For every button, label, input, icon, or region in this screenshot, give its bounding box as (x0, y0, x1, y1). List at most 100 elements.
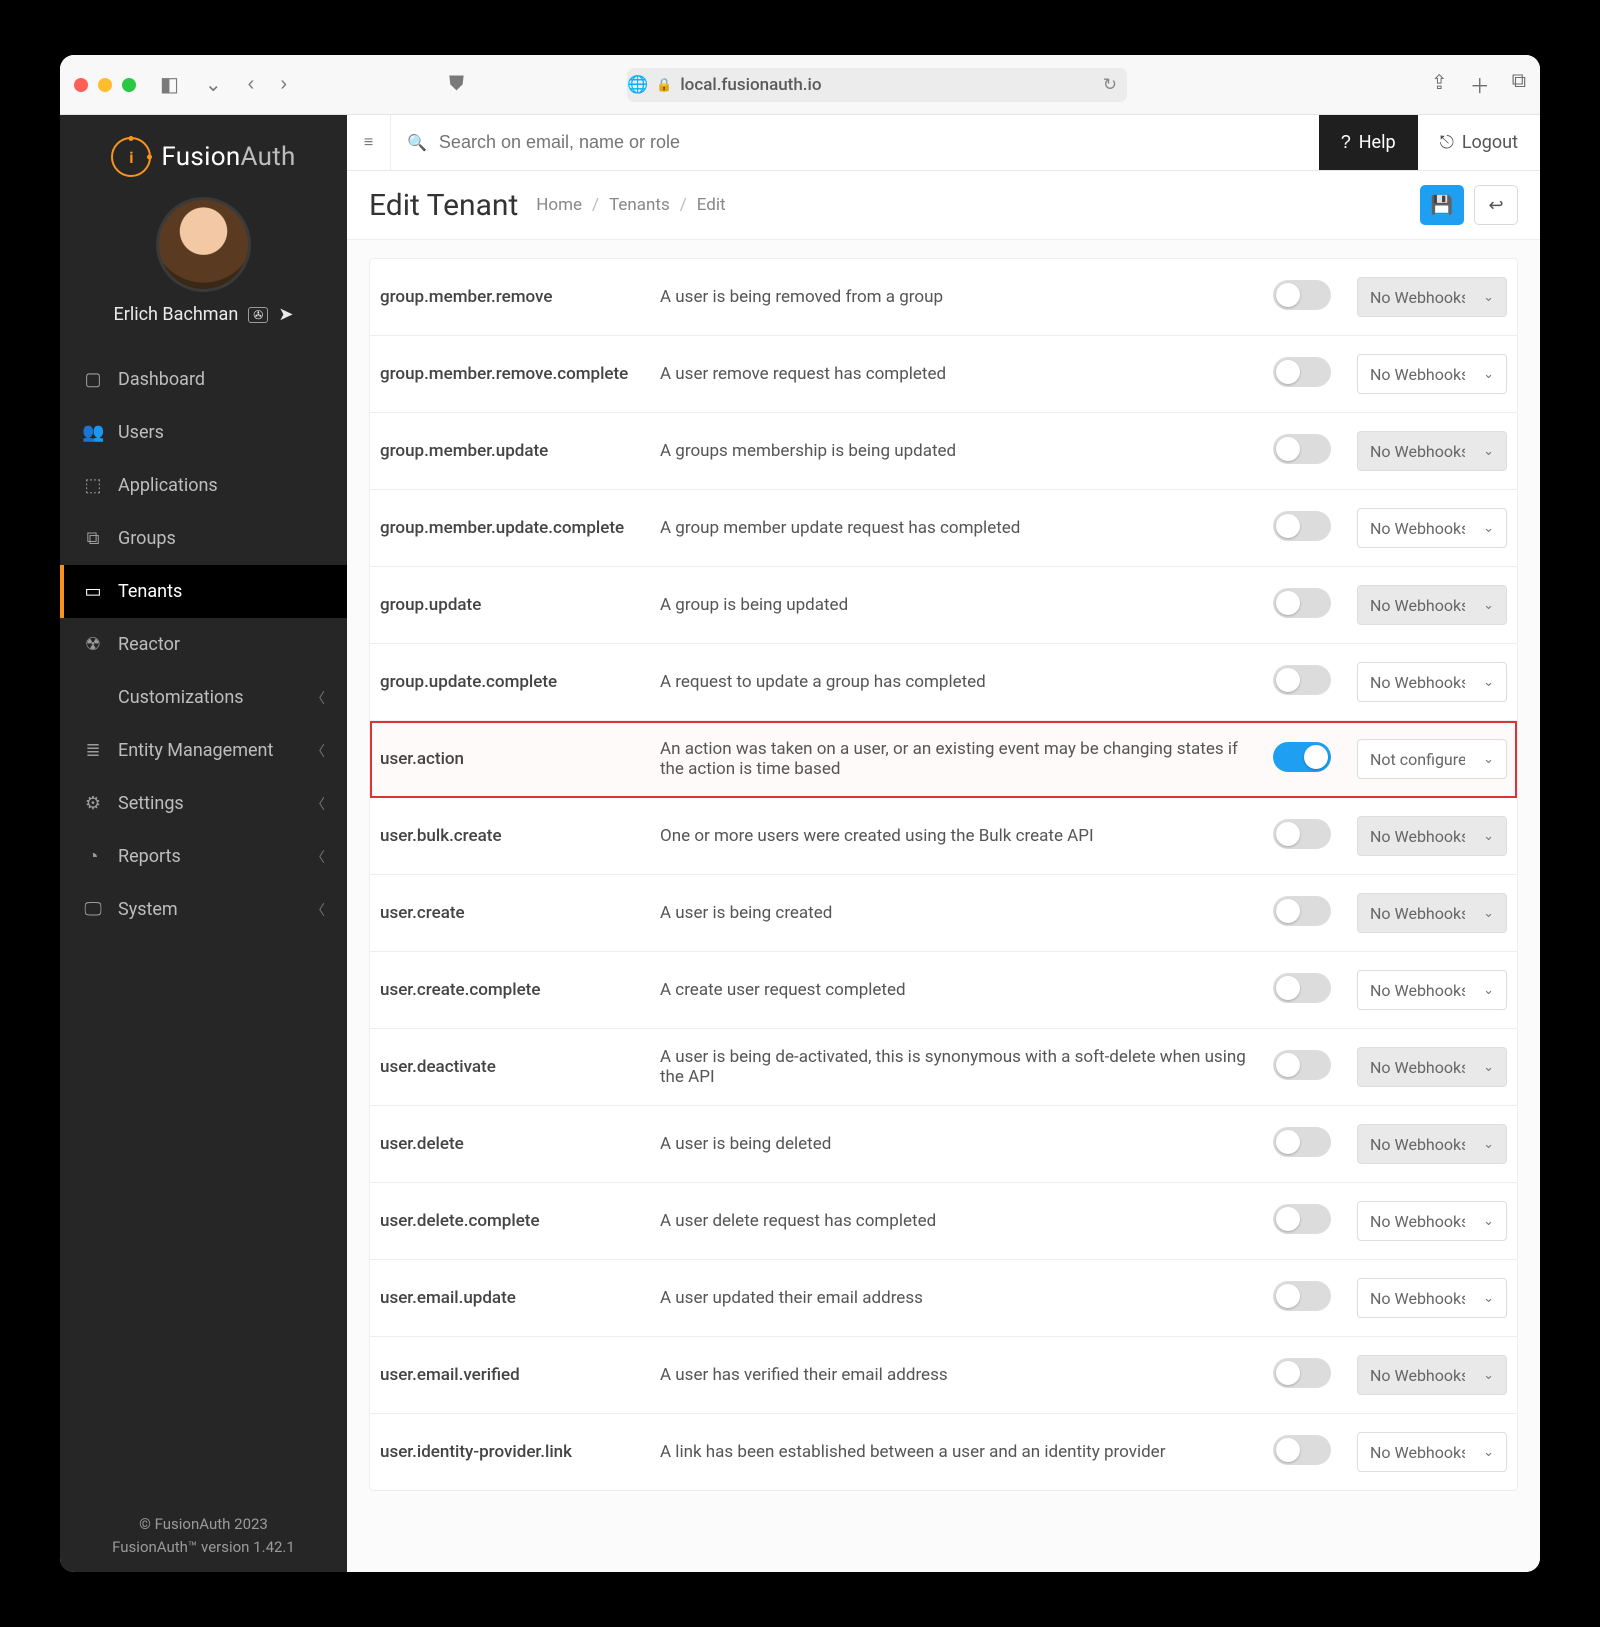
transaction-select[interactable]: No Webhooks ⌄ (1357, 893, 1507, 933)
sidebar-item-label: Customizations (118, 687, 244, 708)
event-description: An action was taken on a user, or an exi… (650, 721, 1257, 798)
event-toggle[interactable] (1273, 1050, 1331, 1080)
transaction-select[interactable]: No Webhooks⌄ (1357, 354, 1507, 394)
vcard-icon[interactable]: ✇ (248, 307, 268, 323)
event-toggle[interactable] (1273, 1204, 1331, 1234)
transaction-select[interactable]: No Webhooks⌄ (1357, 277, 1507, 317)
transaction-select[interactable]: No Webhooks⌄ (1357, 816, 1507, 856)
forward-icon[interactable]: › (274, 73, 293, 96)
sidebar-item-reactor[interactable]: ☢Reactor (60, 618, 347, 671)
shield-icon[interactable]: ⛊ (443, 73, 470, 96)
event-toggle[interactable] (1273, 973, 1331, 1003)
event-description: A groups membership is being updated (650, 413, 1257, 490)
event-toggle[interactable] (1273, 1435, 1331, 1465)
transaction-select[interactable]: No Webhooks⌄ (1357, 1432, 1507, 1472)
transaction-select[interactable]: Not configured⌄ (1357, 739, 1507, 779)
users-icon: 👥 (82, 422, 104, 443)
event-toggle[interactable] (1273, 434, 1331, 464)
event-toggle[interactable] (1273, 588, 1331, 618)
event-toggle[interactable] (1273, 1281, 1331, 1311)
event-toggle[interactable] (1273, 280, 1331, 310)
sidebar-toggle-icon[interactable]: ◧ (154, 72, 185, 97)
sidebar-item-users[interactable]: 👥Users (60, 406, 347, 459)
sidebar-item-settings[interactable]: ⚙Settings〈 (60, 777, 347, 830)
sidebar-item-tenants[interactable]: ▭Tenants (60, 565, 347, 618)
event-toggle[interactable] (1273, 357, 1331, 387)
sidebar-item-system[interactable]: 🖵System〈 (60, 883, 347, 936)
transaction-select[interactable]: No Webhooks⌄ (1357, 970, 1507, 1010)
sidebar-item-customizations[interactable]: Customizations〈 (60, 671, 347, 724)
transaction-select[interactable]: No Webhooks⌄ (1357, 1124, 1507, 1164)
select-value: No Webhooks (1370, 904, 1465, 923)
zoom-window-icon[interactable] (122, 78, 136, 92)
transaction-select[interactable]: No Webhooks⌄ (1357, 1201, 1507, 1241)
event-description: A link has been established between a us… (650, 1414, 1257, 1491)
event-toggle[interactable] (1273, 1127, 1331, 1157)
event-toggle[interactable] (1273, 742, 1331, 772)
select-value: No Webhooks (1370, 1443, 1465, 1462)
table-row: user.email.updateA user updated their em… (370, 1260, 1517, 1337)
collapse-sidebar-icon[interactable]: ≡ (347, 115, 391, 170)
event-toggle[interactable] (1273, 665, 1331, 695)
event-name: user.delete (370, 1106, 650, 1183)
transaction-select[interactable]: No Webhooks⌄ (1357, 431, 1507, 471)
sidebar-nav: ▢Dashboard👥Users⬚Applications⧉Groups▭Ten… (60, 353, 347, 936)
save-button[interactable]: 💾 (1420, 185, 1464, 225)
sidebar-item-groups[interactable]: ⧉Groups (60, 512, 347, 565)
transaction-select[interactable]: No Webhooks⌄ (1357, 1355, 1507, 1395)
close-window-icon[interactable] (74, 78, 88, 92)
transaction-select[interactable]: No Webhooks⌄ (1357, 508, 1507, 548)
event-toggle[interactable] (1273, 896, 1331, 926)
search-input[interactable] (439, 132, 1303, 153)
sidebar-footer: © FusionAuth 2023 FusionAuth™ version 1.… (60, 1499, 347, 1572)
event-description: A group is being updated (650, 567, 1257, 644)
transaction-select[interactable]: No Webhooks⌄ (1357, 1278, 1507, 1318)
address-bar[interactable]: 🌐 🔒 local.fusionauth.io ↻ (627, 68, 1127, 102)
event-toggle[interactable] (1273, 1358, 1331, 1388)
location-icon[interactable]: ➤ (278, 304, 293, 325)
crumb-tenants[interactable]: Tenants (609, 195, 670, 215)
event-description: A user is being removed from a group (650, 259, 1257, 336)
site-settings-icon[interactable]: 🌐 (627, 75, 648, 95)
event-toggle[interactable] (1273, 819, 1331, 849)
system-icon: 🖵 (82, 899, 104, 920)
chevron-down-icon[interactable]: ⌄ (199, 72, 228, 97)
crumb-home[interactable]: Home (536, 195, 582, 215)
applications-icon: ⬚ (82, 475, 104, 496)
sidebar-item-dashboard[interactable]: ▢Dashboard (60, 353, 347, 406)
select-value: No Webhooks (1370, 596, 1465, 615)
logout-button[interactable]: ⎋ Logout (1418, 132, 1540, 153)
user-name: Erlich Bachman (114, 304, 239, 325)
sidebar-item-label: Tenants (118, 581, 182, 602)
sidebar-item-reports[interactable]: ◔Reports〈 (60, 830, 347, 883)
transaction-select[interactable]: No Webhooks⌄ (1357, 662, 1507, 702)
avatar[interactable] (156, 197, 251, 292)
table-row: user.actionAn action was taken on a user… (370, 721, 1517, 798)
select-value: No Webhooks (1370, 1289, 1465, 1308)
sidebar-item-entity-management[interactable]: ≣Entity Management〈 (60, 724, 347, 777)
transaction-select[interactable]: No Webhooks⌄ (1357, 1047, 1507, 1087)
webhook-events-table: group.member.removeA user is being remov… (369, 258, 1518, 1491)
back-button[interactable]: ↩ (1474, 185, 1518, 225)
back-icon[interactable]: ‹ (242, 73, 261, 96)
brand-mark-icon: i (111, 137, 151, 177)
tabs-overview-icon[interactable]: ⧉ (1512, 70, 1526, 99)
sidebar-item-applications[interactable]: ⬚Applications (60, 459, 347, 512)
help-button[interactable]: ? Help (1319, 115, 1418, 170)
chevron-down-icon: ⌄ (1483, 366, 1494, 382)
event-description: A group member update request has comple… (650, 490, 1257, 567)
table-row: group.update.completeA request to update… (370, 644, 1517, 721)
settings-icon: ⚙ (82, 793, 104, 814)
minimize-window-icon[interactable] (98, 78, 112, 92)
event-name: user.identity-provider.link (370, 1414, 650, 1491)
new-tab-icon[interactable]: ＋ (1470, 70, 1490, 99)
event-description: A user has verified their email address (650, 1337, 1257, 1414)
share-icon[interactable]: ⇪ (1431, 70, 1448, 99)
browser-window: ◧ ⌄ ‹ › ⛊ 🌐 🔒 local.fusionauth.io ↻ ⇪ ＋ … (60, 55, 1540, 1572)
transaction-select[interactable]: No Webhooks⌄ (1357, 585, 1507, 625)
table-row: group.updateA group is being updatedNo W… (370, 567, 1517, 644)
reload-icon[interactable]: ↻ (1103, 75, 1127, 95)
chevron-down-icon: ⌄ (1483, 674, 1494, 690)
event-toggle[interactable] (1273, 511, 1331, 541)
chevron-down-icon: ⌄ (1483, 905, 1494, 921)
